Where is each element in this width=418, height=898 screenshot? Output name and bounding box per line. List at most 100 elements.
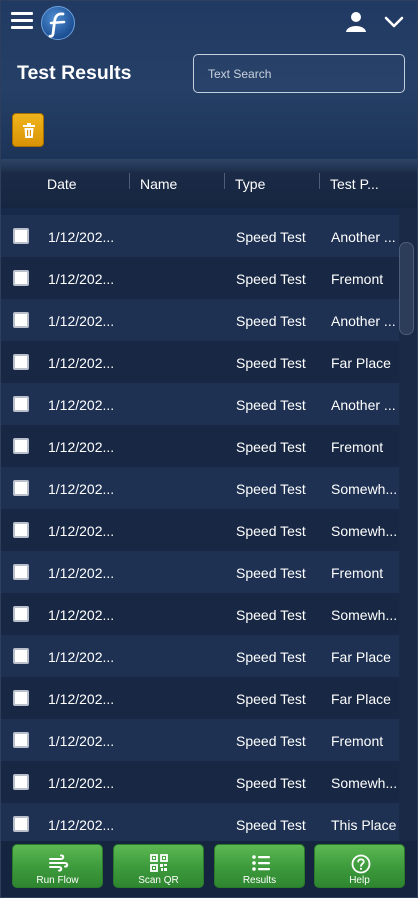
column-divider[interactable] (319, 173, 320, 189)
bottom-nav: Run Flow Scan QR Results Help (1, 841, 417, 897)
type-cell: Speed Test (236, 397, 306, 413)
date-cell: 1/12/202... (48, 397, 115, 413)
results-label: Results (242, 875, 277, 886)
scan-qr-label: Scan QR (138, 875, 179, 886)
test-place-cell: Far Place (331, 649, 391, 665)
table-row[interactable]: 1/12/202... Speed Test Fremont (1, 425, 399, 467)
date-cell: 1/12/202... (48, 817, 115, 833)
column-divider[interactable] (224, 173, 225, 189)
row-checkbox[interactable] (13, 732, 29, 748)
type-cell: Speed Test (236, 355, 306, 371)
type-cell: Speed Test (236, 565, 306, 581)
type-cell: Speed Test (236, 439, 306, 455)
type-cell: Speed Test (236, 607, 306, 623)
menu-icon[interactable] (11, 12, 33, 32)
date-cell: 1/12/202... (48, 733, 115, 749)
row-checkbox[interactable] (13, 816, 29, 832)
table-row[interactable]: 1/12/202... Speed Test Far Place (1, 677, 399, 719)
results-button[interactable]: Results (214, 844, 305, 888)
type-cell: Speed Test (236, 271, 306, 287)
table-row[interactable]: 1/12/202... Speed Test This Place (1, 803, 399, 841)
date-cell: 1/12/202... (48, 607, 115, 623)
table-row[interactable]: 1/12/202... Speed Test Somewh... (1, 467, 399, 509)
test-place-cell: Far Place (331, 691, 391, 707)
date-cell: 1/12/202... (48, 439, 115, 455)
test-place-cell: Fremont (331, 733, 384, 749)
type-cell: Speed Test (236, 481, 306, 497)
type-cell: Speed Test (236, 649, 306, 665)
row-checkbox[interactable] (13, 396, 29, 412)
row-checkbox[interactable] (13, 270, 29, 286)
row-checkbox[interactable] (13, 522, 29, 538)
type-cell: Speed Test (236, 733, 306, 749)
run-flow-label: Run Flow (36, 875, 79, 886)
row-checkbox[interactable] (13, 354, 29, 370)
page-title: Test Results (17, 62, 132, 84)
table-row[interactable]: 1/12/202... Speed Test Far Place (1, 635, 399, 677)
date-cell: 1/12/202... (48, 313, 115, 329)
type-cell: Speed Test (236, 817, 306, 833)
delete-button[interactable] (12, 113, 44, 147)
column-header-test-place[interactable]: Test P... (330, 176, 379, 192)
row-checkbox[interactable] (13, 312, 29, 328)
date-cell: 1/12/202... (48, 691, 115, 707)
row-checkbox[interactable] (13, 438, 29, 454)
date-cell: 1/12/202... (48, 355, 115, 371)
run-flow-button[interactable]: Run Flow (12, 844, 103, 888)
column-header-type[interactable]: Type (235, 176, 265, 192)
header: Test Results (1, 1, 417, 159)
wind-flow-icon (49, 854, 69, 872)
type-cell: Speed Test (236, 691, 306, 707)
table-header: Date Name Type Test P... (1, 159, 417, 208)
qr-code-icon (150, 854, 168, 872)
row-checkbox[interactable] (13, 480, 29, 496)
table-row[interactable]: 1/12/202... Speed Test Fremont (1, 257, 399, 299)
table-row[interactable]: 1/12/202... Speed Test Fremont (1, 719, 399, 761)
date-cell: 1/12/202... (48, 523, 115, 539)
user-icon[interactable] (345, 11, 367, 33)
table-row[interactable]: 1/12/202... Speed Test Another ... (1, 299, 399, 341)
scrollbar-thumb[interactable] (399, 242, 414, 335)
table-row[interactable]: 1/12/202... Speed Test Far Place (1, 341, 399, 383)
row-checkbox[interactable] (13, 228, 29, 244)
test-place-cell: Far Place (331, 355, 391, 371)
date-cell: 1/12/202... (48, 565, 115, 581)
app-logo (41, 6, 75, 40)
date-cell: 1/12/202... (48, 229, 115, 245)
test-place-cell: Fremont (331, 565, 384, 581)
column-divider[interactable] (129, 173, 130, 189)
date-cell: 1/12/202... (48, 271, 115, 287)
row-checkbox[interactable] (13, 690, 29, 706)
type-cell: Speed Test (236, 523, 306, 539)
test-place-cell: This Place (331, 817, 397, 833)
test-place-cell: Fremont (331, 439, 384, 455)
date-cell: 1/12/202... (48, 775, 115, 791)
test-place-cell: Somewh... (331, 607, 398, 623)
row-checkbox[interactable] (13, 774, 29, 790)
test-place-cell: Somewh... (331, 523, 398, 539)
test-place-cell: Somewh... (331, 775, 398, 791)
table-row[interactable]: 1/12/202... Speed Test Another ... (1, 383, 399, 425)
results-table: 1/12/202... Speed Test Another ... 1/12/202… (1, 215, 399, 841)
row-checkbox[interactable] (13, 606, 29, 622)
date-cell: 1/12/202... (48, 649, 115, 665)
help-button[interactable]: Help (314, 844, 405, 888)
table-row[interactable]: 1/12/202... Speed Test Fremont (1, 551, 399, 593)
scan-qr-button[interactable]: Scan QR (113, 844, 204, 888)
table-row[interactable]: 1/12/202... Speed Test Another ... (1, 215, 399, 257)
test-place-cell: Another ... (331, 313, 396, 329)
row-checkbox[interactable] (13, 564, 29, 580)
trash-icon (23, 123, 35, 138)
table-row[interactable]: 1/12/202... Speed Test Somewh... (1, 593, 399, 635)
chevron-down-icon[interactable] (383, 13, 405, 31)
test-place-cell: Another ... (331, 229, 396, 245)
table-row[interactable]: 1/12/202... Speed Test Somewh... (1, 761, 399, 803)
test-place-cell: Another ... (331, 397, 396, 413)
column-header-name[interactable]: Name (140, 176, 177, 192)
table-row[interactable]: 1/12/202... Speed Test Somewh... (1, 509, 399, 551)
column-header-date[interactable]: Date (47, 176, 77, 192)
type-cell: Speed Test (236, 313, 306, 329)
search-input[interactable] (193, 54, 405, 93)
row-checkbox[interactable] (13, 648, 29, 664)
list-icon (252, 855, 270, 871)
